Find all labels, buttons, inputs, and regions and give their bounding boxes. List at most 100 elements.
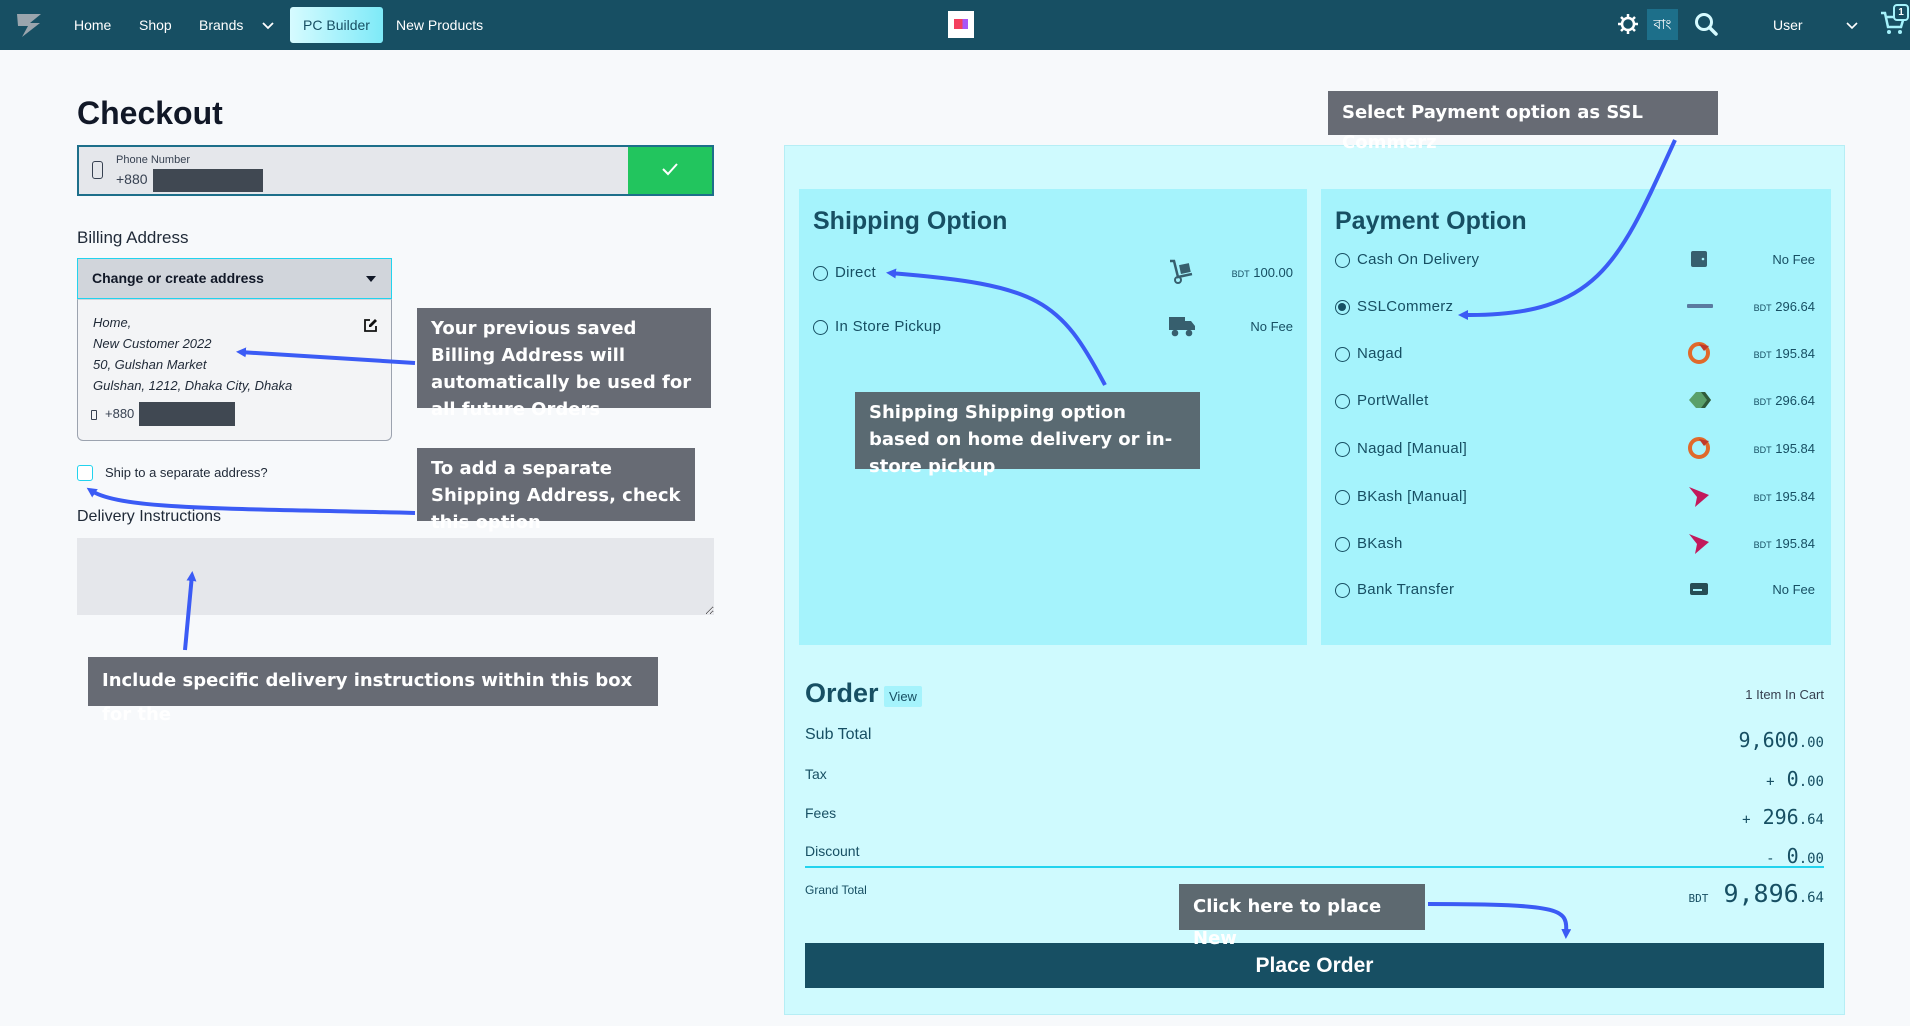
cart-count-badge: 1 bbox=[1893, 4, 1909, 21]
payment-option-bkash-manual[interactable]: BKash [Manual] BDT 195.84 bbox=[1335, 486, 1815, 510]
delivery-instructions-label: Delivery Instructions bbox=[77, 508, 222, 525]
option-label: Nagad [Manual] bbox=[1357, 440, 1468, 457]
fees-label: Fees bbox=[805, 805, 837, 821]
payment-option-title: Payment Option bbox=[1335, 207, 1527, 235]
address-line: Gulshan, 1212, Dhaka City, Dhaka bbox=[93, 378, 293, 393]
saved-address-card: Home, New Customer 2022 50, Gulshan Mark… bbox=[77, 299, 392, 441]
address-select-label: Change or create address bbox=[92, 270, 264, 286]
option-fee: BDT 195.84 bbox=[1753, 536, 1815, 551]
option-fee: BDT 296.64 bbox=[1753, 393, 1815, 408]
payment-option-cash-on-delivery[interactable]: Cash On Delivery No Fee bbox=[1335, 249, 1815, 273]
payment-option-sslcommerz[interactable]: SSLCommerz BDT 296.64 bbox=[1335, 296, 1815, 320]
mobile-phone-icon bbox=[92, 161, 103, 179]
store-logo-icon[interactable] bbox=[948, 11, 974, 38]
address-line: 50, Gulshan Market bbox=[93, 357, 207, 372]
subtotal-label: Sub Total bbox=[805, 726, 872, 743]
option-label: SSLCommerz bbox=[1357, 298, 1454, 315]
radio-button[interactable] bbox=[813, 266, 828, 281]
radio-button[interactable] bbox=[1335, 442, 1350, 457]
order-title: Order bbox=[805, 678, 879, 708]
option-label: BKash bbox=[1357, 535, 1403, 552]
fees-value: + 296.64 bbox=[1742, 805, 1824, 829]
discount-value: - 0.00 bbox=[1766, 844, 1824, 868]
annotation-payment: Select Payment option as SSL Commerz bbox=[1328, 91, 1718, 153]
edit-icon[interactable] bbox=[363, 318, 378, 333]
top-navbar: Home Shop Brands PC Builder New Products… bbox=[0, 0, 1910, 50]
phone-number-label: Phone Number bbox=[116, 154, 190, 166]
option-label: Bank Transfer bbox=[1357, 581, 1455, 598]
option-fee: No Fee bbox=[1772, 582, 1815, 597]
address-phone-prefix: +880 bbox=[105, 406, 135, 421]
delivery-instructions-input[interactable] bbox=[77, 538, 714, 615]
phone-prefix: +880 bbox=[116, 171, 148, 187]
shipping-option-in-store-pickup[interactable]: In Store Pickup No Fee bbox=[813, 316, 1293, 340]
address-line: New Customer 2022 bbox=[93, 336, 212, 351]
billing-address-heading: Billing Address bbox=[77, 228, 189, 247]
tax-label: Tax bbox=[805, 766, 827, 782]
annotation-separate-address: To add a separate Shipping Address, chec… bbox=[417, 448, 695, 533]
caret-down-icon bbox=[366, 276, 376, 282]
chevron-down-icon[interactable] bbox=[1845, 18, 1859, 32]
radio-button[interactable] bbox=[1335, 253, 1350, 268]
option-fee: BDT 100.00 bbox=[1231, 265, 1293, 280]
radio-button[interactable] bbox=[1335, 300, 1350, 315]
ship-separate-label[interactable]: Ship to a separate address? bbox=[105, 465, 268, 480]
nav-new-products[interactable]: New Products bbox=[396, 0, 483, 50]
phone-confirm-button[interactable] bbox=[628, 147, 712, 194]
nav-shop[interactable]: Shop bbox=[139, 0, 172, 50]
option-fee: BDT 195.84 bbox=[1753, 346, 1815, 361]
option-fee: BDT 195.84 bbox=[1753, 441, 1815, 456]
option-fee: BDT 296.64 bbox=[1753, 299, 1815, 314]
radio-button[interactable] bbox=[1335, 583, 1350, 598]
option-label: In Store Pickup bbox=[835, 318, 942, 335]
theme-toggle-icon[interactable] bbox=[1617, 13, 1639, 35]
radio-button[interactable] bbox=[1335, 394, 1350, 409]
option-fee: No Fee bbox=[1250, 319, 1293, 334]
grand-total-value: BDT 9,896.64 bbox=[1688, 879, 1825, 908]
language-toggle[interactable]: বাং bbox=[1647, 9, 1678, 40]
checkmark-icon bbox=[662, 163, 678, 176]
payment-option-portwallet[interactable]: PortWallet BDT 296.64 bbox=[1335, 390, 1815, 414]
items-in-cart: 1 Item In Cart bbox=[1745, 687, 1824, 702]
address-select-dropdown[interactable]: Change or create address bbox=[77, 258, 392, 299]
discount-label: Discount bbox=[805, 843, 860, 859]
radio-button[interactable] bbox=[1335, 537, 1350, 552]
ship-separate-checkbox[interactable] bbox=[77, 465, 93, 481]
address-phone-redacted bbox=[139, 402, 235, 426]
nav-brands[interactable]: Brands bbox=[199, 0, 243, 50]
nav-pc-builder[interactable]: PC Builder bbox=[290, 7, 383, 43]
payment-option-nagad[interactable]: Nagad BDT 195.84 bbox=[1335, 342, 1815, 367]
radio-button[interactable] bbox=[813, 320, 828, 335]
phone-number-redacted bbox=[153, 169, 263, 192]
payment-option-bkash[interactable]: BKash BDT 195.84 bbox=[1335, 533, 1815, 557]
option-label: Nagad bbox=[1357, 345, 1403, 362]
phone-number-field[interactable]: Phone Number +880 bbox=[77, 145, 714, 196]
option-fee: BDT 195.84 bbox=[1753, 489, 1815, 504]
option-label: BKash [Manual] bbox=[1357, 488, 1468, 505]
user-menu[interactable]: User bbox=[1773, 0, 1803, 50]
option-label: Cash On Delivery bbox=[1357, 251, 1480, 268]
option-label: PortWallet bbox=[1357, 392, 1429, 409]
address-line: Home, bbox=[93, 315, 132, 330]
subtotal-value: 9,600.00 bbox=[1738, 728, 1824, 752]
chevron-down-icon[interactable] bbox=[260, 17, 276, 33]
option-fee: No Fee bbox=[1772, 252, 1815, 267]
page-title: Checkout bbox=[77, 95, 223, 131]
option-label: Direct bbox=[835, 264, 876, 281]
view-order-button[interactable]: View bbox=[884, 686, 922, 707]
search-icon[interactable] bbox=[1693, 11, 1719, 37]
shipping-option-direct[interactable]: Direct BDT 100.00 bbox=[813, 259, 1293, 286]
payment-option-bank-transfer[interactable]: Bank Transfer No Fee bbox=[1335, 579, 1815, 603]
payment-option-box: Payment Option Cash On Delivery No Fee SS… bbox=[1321, 189, 1831, 645]
radio-button[interactable] bbox=[1335, 347, 1350, 362]
radio-button[interactable] bbox=[1335, 490, 1350, 505]
mobile-phone-icon bbox=[91, 410, 97, 420]
place-order-button[interactable]: Place Order bbox=[805, 943, 1824, 988]
shipping-option-title: Shipping Option bbox=[813, 207, 1008, 235]
tax-value: + 0.00 bbox=[1766, 767, 1824, 791]
annotation-place-order: Click here to place New bbox=[1179, 884, 1425, 949]
logo-icon[interactable] bbox=[14, 11, 44, 39]
payment-option-nagad-manual[interactable]: Nagad [Manual] BDT 195.84 bbox=[1335, 437, 1815, 462]
nav-home[interactable]: Home bbox=[74, 0, 111, 50]
totals-divider bbox=[805, 866, 1824, 868]
